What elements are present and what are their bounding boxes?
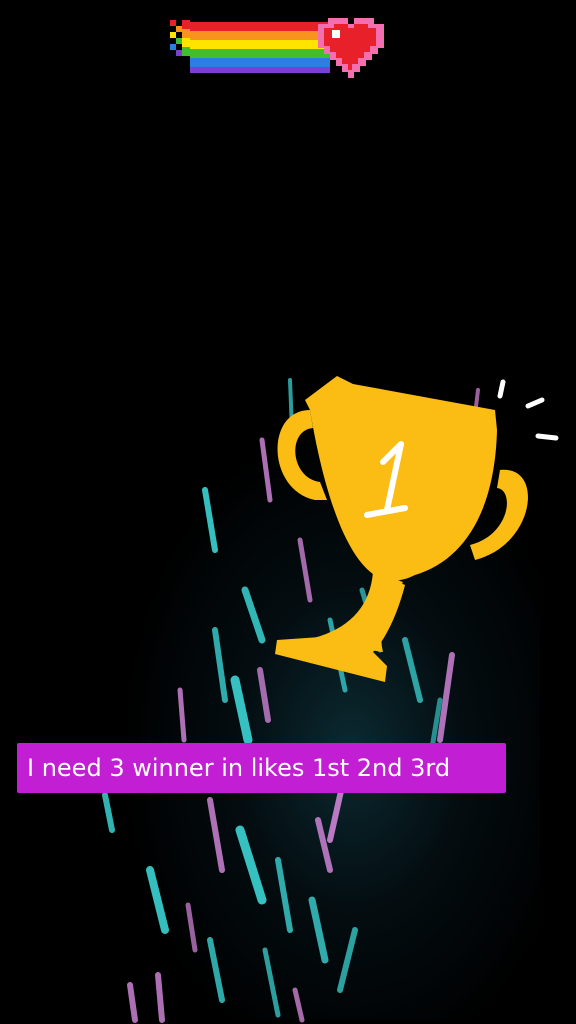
- caption-label: I need 3 winner in likes 1st 2nd 3rd: [17, 743, 506, 793]
- rainbow-heart-icon: [170, 18, 384, 78]
- video-stage[interactable]: I need 3 winner in likes 1st 2nd 3rd: [0, 0, 576, 1024]
- sparkle-icon: [497, 379, 559, 441]
